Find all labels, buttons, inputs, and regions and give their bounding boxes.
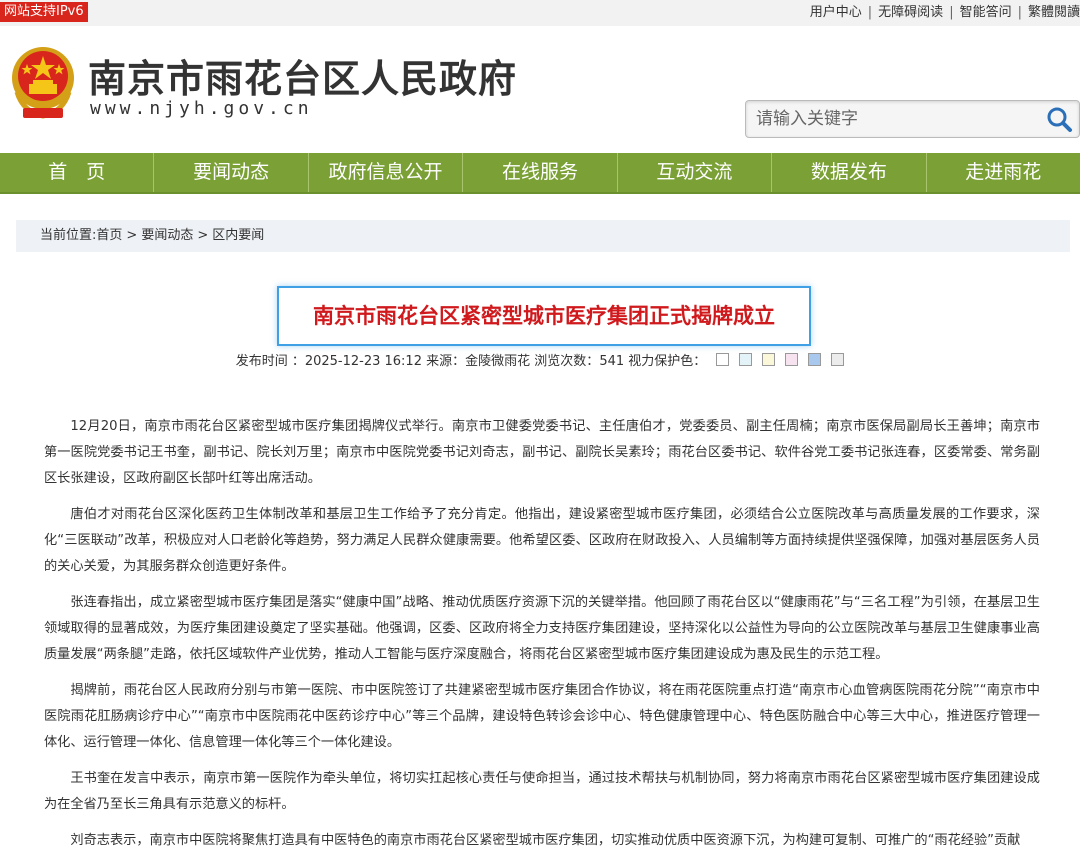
divider: | — [867, 5, 873, 20]
nav-item-data[interactable]: 数据发布 — [772, 153, 927, 192]
breadcrumb-news[interactable]: 要闻动态 — [141, 228, 193, 243]
eye-color-swatch-4[interactable] — [785, 353, 799, 366]
search-box — [745, 100, 1080, 138]
national-emblem-icon[interactable] — [9, 42, 77, 122]
eye-color-swatch-3[interactable] — [762, 353, 776, 366]
breadcrumb-home[interactable]: 首页 — [96, 228, 122, 243]
search-icon[interactable] — [1045, 105, 1073, 133]
article-title-box: 南京市雨花台区紧密型城市医疗集团正式揭牌成立 — [277, 286, 811, 346]
eye-color-swatches — [706, 353, 845, 369]
nav-item-home[interactable]: 首 页 — [0, 153, 155, 192]
search-input[interactable] — [754, 105, 1038, 133]
accessibility-link[interactable]: 无障碍阅读 — [878, 5, 943, 20]
breadcrumb: 当前位置:首页 > 要闻动态 > 区内要闻 — [16, 220, 1070, 252]
ipv6-badge: 网站支持IPv6 — [0, 2, 88, 22]
publish-time: 2025-12-23 16:12 — [304, 354, 422, 369]
eye-color-swatch-5[interactable] — [808, 353, 822, 366]
eye-color-swatch-2[interactable] — [739, 353, 753, 366]
nav-item-online-service[interactable]: 在线服务 — [463, 153, 618, 192]
top-links: 用户中心 | 无障碍阅读 | 智能答问 | 繁體閱讀 — [810, 0, 1080, 26]
views-label: 浏览次数： — [534, 354, 600, 369]
nav-item-about[interactable]: 走进雨花 — [927, 153, 1080, 192]
article-paragraph: 张连春指出，成立紧密型城市医疗集团是落实“健康中国”战略、推动优质医疗资源下沉的… — [44, 595, 1040, 662]
breadcrumb-local-news[interactable]: 区内要闻 — [212, 228, 264, 243]
breadcrumb-separator: > — [126, 228, 138, 243]
source-label: 来源： — [426, 354, 466, 369]
main-nav: 首 页 要闻动态 政府信息公开 在线服务 互动交流 数据发布 走进雨花 — [0, 153, 1080, 194]
divider: | — [1017, 5, 1022, 20]
article-title: 南京市雨花台区紧密型城市医疗集团正式揭牌成立 — [313, 304, 775, 328]
eye-protection-label: 视力保护色： — [628, 354, 707, 369]
nav-item-gov-info[interactable]: 政府信息公开 — [309, 153, 464, 192]
source: 金陵微雨花 — [465, 354, 531, 369]
site-url: www.njyh.gov.cn — [90, 98, 313, 119]
breadcrumb-separator: > — [197, 228, 209, 243]
article-paragraph: 刘奇志表示，南京市中医院将聚焦打造具有中医特色的南京市雨花台区紧密型城市医疗集团… — [70, 833, 1021, 848]
nav-item-news[interactable]: 要闻动态 — [154, 153, 309, 192]
article-body: 12月20日，南京市雨花台区紧密型城市医疗集团揭牌仪式举行。南京市卫健委党委书记… — [44, 414, 1040, 864]
smart-qa-link[interactable]: 智能答问 — [960, 5, 1012, 20]
eye-color-swatch-6[interactable] — [831, 353, 845, 366]
publish-label: 发布时间 ： — [235, 354, 305, 369]
top-bar: 网站支持IPv6 用户中心 | 无障碍阅读 | 智能答问 | 繁體閱讀 — [0, 0, 1080, 26]
article-paragraph: 唐伯才对雨花台区深化医药卫生体制改革和基层卫生工作给予了充分肯定。他指出，建设紧… — [44, 507, 1040, 574]
article-meta: 发布时间 ：2025-12-23 16:12 来源：金陵微雨花 浏览次数：541… — [0, 353, 1080, 371]
view-count: 541 — [599, 354, 625, 369]
breadcrumb-prefix: 当前位置: — [40, 228, 97, 243]
nav-item-interaction[interactable]: 互动交流 — [618, 153, 773, 192]
user-center-link[interactable]: 用户中心 — [810, 5, 862, 20]
site-title: 南京市雨花台区人民政府 — [88, 57, 518, 101]
article-paragraph: 王书奎在发言中表示，南京市第一医院作为牵头单位，将切实扛起核心责任与使命担当，通… — [44, 771, 1040, 812]
divider: | — [949, 5, 954, 20]
site-header: 南京市雨花台区人民政府 www.njyh.gov.cn — [0, 26, 1080, 152]
article-paragraph: 揭牌前，雨花台区人民政府分别与市第一医院、市中医院签订了共建紧密型城市医疗集团合… — [44, 683, 1040, 750]
eye-color-swatch-1[interactable] — [716, 353, 730, 366]
traditional-chinese-link[interactable]: 繁體閱讀 — [1028, 5, 1080, 20]
article-paragraph: 12月20日，南京市雨花台区紧密型城市医疗集团揭牌仪式举行。南京市卫健委党委书记… — [44, 419, 1040, 486]
